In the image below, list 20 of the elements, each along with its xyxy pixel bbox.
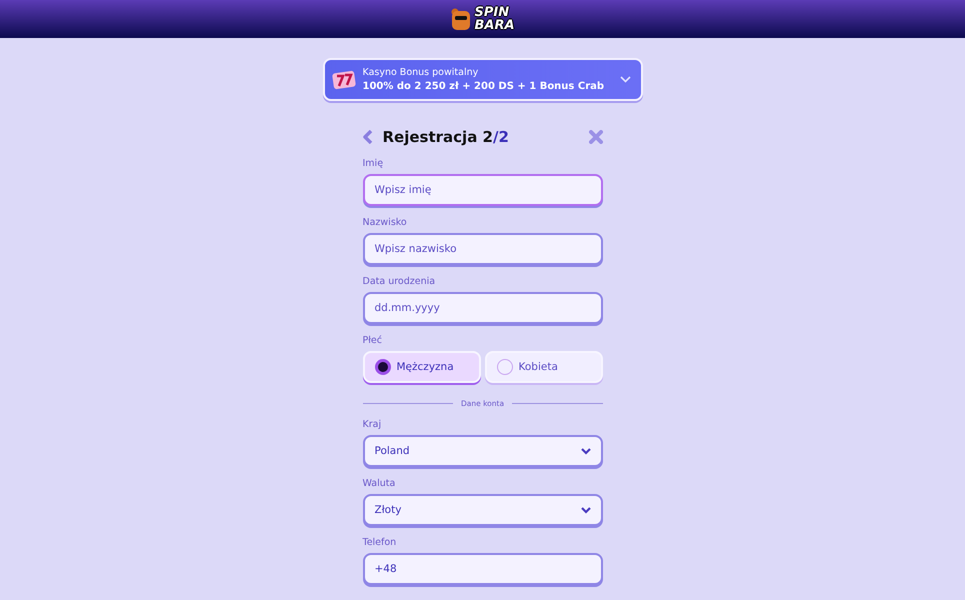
input-field[interactable]: Wpisz nazwisko bbox=[362, 233, 602, 265]
select-field[interactable]: Złoty bbox=[362, 494, 602, 526]
field-label: Płeć bbox=[362, 335, 382, 346]
input-field[interactable]: Wpisz imię bbox=[362, 174, 602, 206]
form-title: Rejestracja 2/2 bbox=[382, 128, 510, 146]
field-label: Imię bbox=[362, 158, 384, 169]
field-label: Data urodzenia bbox=[362, 276, 436, 287]
field-label: Waluta bbox=[362, 478, 396, 489]
bonus-offer: 100% do 2 250 zł + 200 DS + 1 Bonus Crab bbox=[362, 81, 606, 92]
field-label: Kraj bbox=[362, 419, 382, 430]
input-field[interactable]: dd.mm.yyyy bbox=[362, 292, 602, 324]
radio-option[interactable]: Kobieta bbox=[484, 351, 602, 383]
input-field[interactable]: +48 bbox=[362, 553, 602, 585]
field-label: Nazwisko bbox=[362, 217, 407, 228]
bonus-title: Kasyno Bonus powitalny bbox=[362, 67, 480, 78]
field-label: Telefon bbox=[362, 537, 396, 548]
logo-text: SPIN BARA bbox=[474, 6, 515, 32]
radio-option[interactable]: Mężczyzna bbox=[362, 351, 480, 383]
bonus-banner[interactable]: Kasyno Bonus powitalny 100% do 2 250 zł + 200 DS + 1 Bonus Crab bbox=[322, 58, 642, 101]
select-field[interactable]: Poland bbox=[362, 435, 602, 467]
